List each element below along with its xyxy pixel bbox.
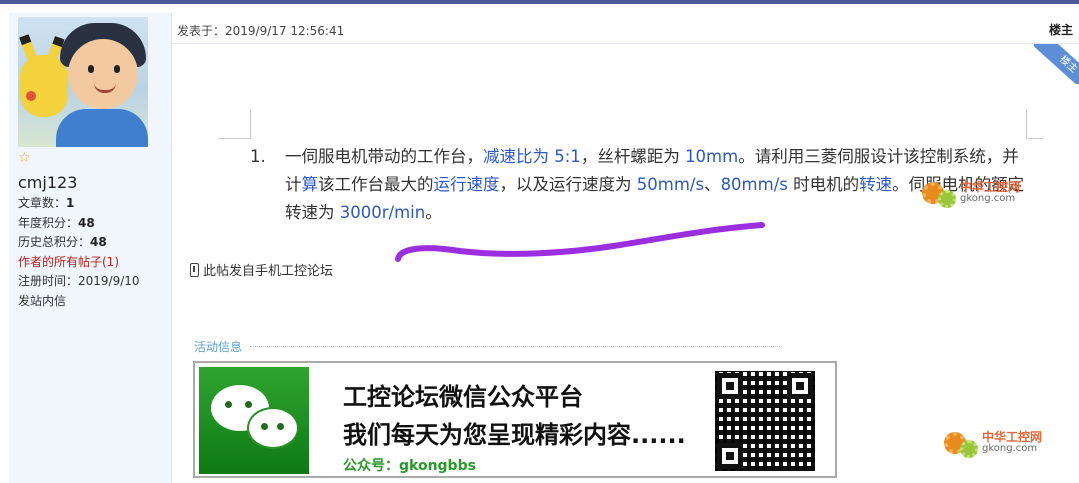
wechat-icon <box>199 367 309 474</box>
registered-label: 注册时间： <box>18 274 79 288</box>
qr-code-icon <box>715 371 815 471</box>
stat-label: 文章数： <box>18 196 67 210</box>
watermark-en: gkong.com <box>982 443 1038 454</box>
stat-label: 年度积分： <box>18 215 79 230</box>
highlighted-text: 80mm/s <box>720 175 788 194</box>
mobile-post-note: 此帖发自手机工控论坛 <box>190 260 333 279</box>
username[interactable]: cmj123 <box>18 173 77 192</box>
banner-subtitle: 我们每天为您呈现精彩内容...... <box>343 421 686 449</box>
wechat-banner[interactable]: 工控论坛微信公众平台 我们每天为您呈现精彩内容...... 公众号：gkongb… <box>193 361 837 478</box>
mobile-note-text: 此帖发自手机工控论坛 <box>203 264 334 279</box>
stat-label: 历史总积分： <box>18 235 91 249</box>
question-text: 该工作台最大的 <box>318 175 434 194</box>
activity-label: 活动信息 <box>194 340 243 354</box>
phone-icon <box>190 263 199 277</box>
question-text: 、 <box>704 175 721 194</box>
watermark: 中华工控网 gkong.com <box>922 178 1020 208</box>
purple-scribble <box>395 222 765 262</box>
question-text: ，丝杆螺距为 <box>580 147 686 166</box>
gear-icon <box>922 178 956 208</box>
highlighted-text: 运行速度 <box>433 175 500 194</box>
registered-date: 2019/9/10 <box>78 274 140 288</box>
avatar[interactable] <box>18 17 148 147</box>
post-header: 发表于：2019/9/17 12:56:41 楼主 <box>172 13 1079 44</box>
highlighted-text: 减速比为 5:1 <box>483 147 581 166</box>
question-text: 一伺服电机带动的工作台， <box>285 147 483 166</box>
watermark-en: gkong.com <box>960 193 1016 204</box>
highlighted-text: 转速 <box>859 175 893 194</box>
image-frame-line <box>1026 110 1027 138</box>
stat-value: 48 <box>78 215 95 230</box>
image-frame-line <box>1026 138 1043 139</box>
floor-corner-badge: 楼主 <box>1034 44 1079 84</box>
top-bar <box>0 0 1079 4</box>
corner-badge-text: 楼主 <box>1034 44 1079 84</box>
question-text: ，以及运行速度为 <box>499 175 637 194</box>
stat-value: 48 <box>90 235 107 249</box>
all-posts-link[interactable]: 作者的所有帖子(1) <box>18 255 119 269</box>
user-profile-column: ☆ cmj123 文章数：1 年度积分：48 历史总积分：48 作者的所有帖子(… <box>9 13 172 483</box>
banner-account: 公众号：gkongbbs <box>343 458 476 474</box>
highlighted-text: 10mm <box>685 147 739 166</box>
highlighted-text: 算 <box>301 175 319 194</box>
image-frame-line <box>250 110 251 138</box>
banner-title: 工控论坛微信公众平台 <box>343 383 583 411</box>
highlighted-text: 50mm/s <box>636 175 705 194</box>
watermark-cn: 中华工控网 <box>982 430 1043 444</box>
send-message-link[interactable]: 发站内信 <box>18 294 66 308</box>
activity-divider <box>250 346 780 347</box>
post-date: 发表于：2019/9/17 12:56:41 <box>177 24 345 38</box>
star-icon: ☆ <box>18 150 31 166</box>
question-number: 1. <box>250 147 266 166</box>
question-text: 时电机的 <box>787 175 860 194</box>
gear-icon <box>944 428 978 458</box>
watermark-cn: 中华工控网 <box>960 180 1021 194</box>
user-stats: 文章数：1 年度积分：48 历史总积分：48 作者的所有帖子(1) 注册时间：2… <box>18 194 140 311</box>
watermark: 中华工控网 gkong.com <box>944 428 1042 458</box>
image-frame-line <box>218 138 251 139</box>
floor-label: 楼主 <box>1048 23 1073 37</box>
stat-value: 1 <box>66 196 75 210</box>
